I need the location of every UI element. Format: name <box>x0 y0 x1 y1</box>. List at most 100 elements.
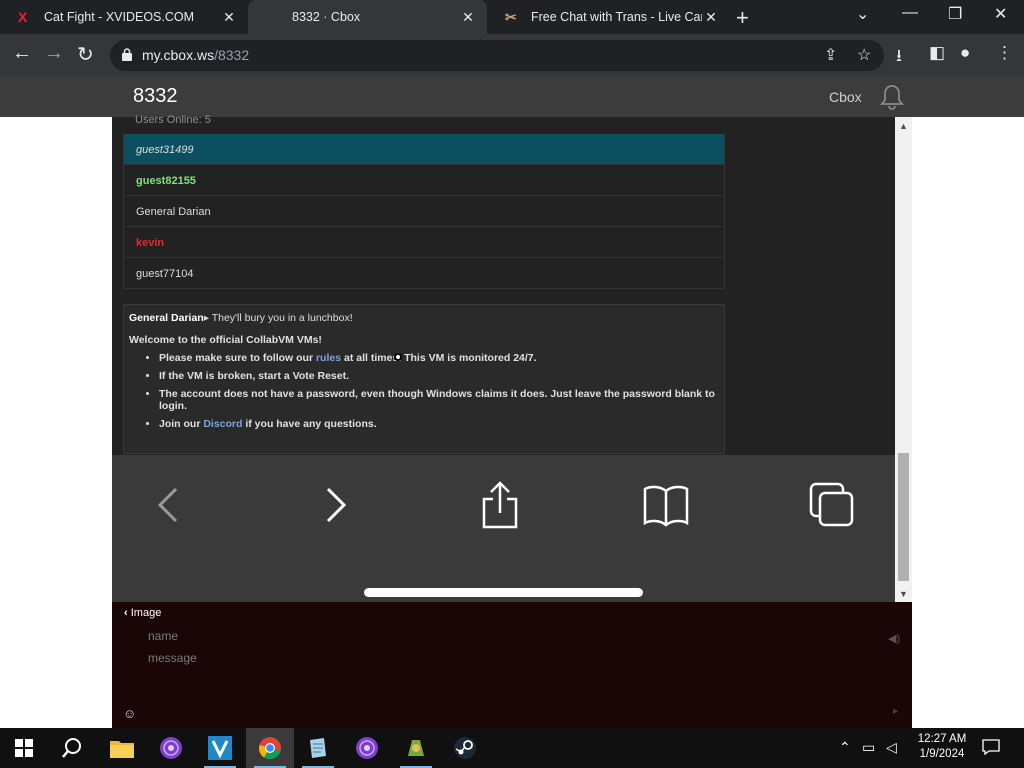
steam-app[interactable] <box>441 728 489 768</box>
tor-icon <box>356 737 378 759</box>
scroll-up-icon[interactable]: ▲ <box>899 121 908 131</box>
tab-close-icon[interactable]: ✕ <box>220 9 238 26</box>
tab-free-chat[interactable]: ✂ Free Chat with Trans - Live Cam ✕ <box>487 0 730 34</box>
chat-log: General Darian▸ They'll bury you in a lu… <box>123 304 725 454</box>
ios-back-icon[interactable] <box>144 481 192 529</box>
lock-icon <box>122 48 132 61</box>
file-explorer-app[interactable] <box>98 728 146 768</box>
image-toggle-button[interactable]: ‹ Image <box>124 607 161 619</box>
search-button[interactable] <box>48 728 96 768</box>
back-button[interactable]: ← <box>12 42 32 65</box>
tab-cbox[interactable]: 8332 · Cbox ✕ <box>248 0 487 34</box>
url-text[interactable]: my.cbox.ws/8332 <box>142 47 249 63</box>
ios-forward-icon[interactable] <box>312 481 360 529</box>
search-icon <box>62 738 81 758</box>
motd-item: If the VM is broken, start a Vote Reset. <box>159 370 719 382</box>
motd-item: Please make sure to follow our rules at … <box>159 352 719 364</box>
share-icon[interactable]: ⇪ <box>824 45 837 65</box>
chat-nick: General Darian <box>129 312 204 324</box>
bookmark-star-icon[interactable]: ☆ <box>857 45 871 65</box>
user-list-item[interactable]: kevin <box>123 227 725 258</box>
xvideos-favicon-icon: X <box>18 9 28 25</box>
ios-share-icon[interactable] <box>476 481 524 529</box>
user-list-item[interactable]: guest77104 <box>123 258 725 289</box>
side-panel-icon[interactable]: ◧ <box>929 43 945 63</box>
discord-link[interactable]: Discord <box>203 418 242 430</box>
tor-icon <box>160 737 182 759</box>
tab-search-icon[interactable]: ⌄ <box>856 4 869 24</box>
user-list-item[interactable]: guest82155 <box>123 165 725 196</box>
rules-link[interactable]: rules <box>316 352 341 364</box>
page-content: 8332 Cbox Users Online: 5 guest31499 gue… <box>0 77 1024 728</box>
mouse-cursor-icon <box>394 353 402 361</box>
home-indicator[interactable] <box>364 588 643 597</box>
message-input[interactable] <box>148 651 848 665</box>
windows-taskbar: ⌃ ▭ ◁ 12:27 AM 1/9/2024 <box>0 728 1024 768</box>
tab-title: Free Chat with Trans - Live Cam <box>531 10 702 24</box>
start-button[interactable] <box>0 728 48 768</box>
reload-button[interactable]: ↻ <box>77 42 94 67</box>
notification-icon[interactable] <box>982 739 1000 755</box>
folder-icon <box>110 741 134 758</box>
speaker-icon[interactable]: ◀) <box>888 632 900 645</box>
new-tab-button[interactable]: + <box>736 5 749 31</box>
ios-tabs-icon[interactable] <box>808 481 856 529</box>
forward-button[interactable]: → <box>44 42 64 65</box>
chat-message: General Darian▸ They'll bury you in a lu… <box>129 312 719 324</box>
chat-input-panel: ‹ Image ◀) ☺ ▸ <box>112 602 912 728</box>
restore-button[interactable]: ❐ <box>948 4 962 24</box>
scroll-thumb[interactable] <box>898 453 909 581</box>
chrome-app[interactable] <box>246 728 294 768</box>
name-input[interactable] <box>148 629 848 643</box>
menu-icon[interactable]: ⋮ <box>996 43 1013 63</box>
cbox-brand-link[interactable]: Cbox <box>829 89 862 105</box>
tor-browser-2-app[interactable] <box>343 728 391 768</box>
tab-title: 8332 · Cbox <box>292 10 361 24</box>
network-icon[interactable]: ▭ <box>862 739 875 756</box>
tab-close-icon[interactable]: ✕ <box>459 9 477 26</box>
virtualbox-app[interactable] <box>196 728 244 768</box>
emoji-icon[interactable]: ☺ <box>123 706 136 721</box>
close-window-button[interactable]: ✕ <box>994 4 1007 24</box>
tor-browser-app[interactable] <box>147 728 195 768</box>
bell-icon[interactable] <box>880 84 904 110</box>
minimize-button[interactable]: — <box>902 4 918 22</box>
clock-time: 12:27 AM <box>917 733 967 745</box>
tab-xvideos[interactable]: X Cat Fight - XVIDEOS.COM ✕ <box>0 0 248 34</box>
ios-toolbar <box>112 455 895 602</box>
chat-separator: ▸ <box>203 312 212 324</box>
tab-close-icon[interactable]: ✕ <box>702 9 720 26</box>
v-app-icon <box>208 736 232 760</box>
clock-date: 1/9/2024 <box>919 748 965 760</box>
address-bar[interactable]: my.cbox.ws/8332 ⇪ ☆ <box>110 40 884 71</box>
profile-icon[interactable]: ● <box>960 43 970 63</box>
motd-item: Join our Discord if you have any questio… <box>159 418 719 430</box>
chat-text: They'll bury you in a lunchbox! <box>211 312 353 324</box>
volume-muted-icon[interactable]: ◁ <box>886 739 897 756</box>
system-clock[interactable]: 12:27 AM 1/9/2024 <box>904 732 980 762</box>
page-title: 8332 <box>133 85 178 107</box>
tab-title: Cat Fight - XVIDEOS.COM <box>44 10 195 24</box>
scissors-favicon-icon: ✂ <box>505 8 517 25</box>
motd-item: The account does not have a password, ev… <box>159 388 719 412</box>
cbox-header: 8332 Cbox <box>0 77 1024 117</box>
motd-heading: Welcome to the official CollabVM VMs! <box>129 334 322 346</box>
user-list-item[interactable]: General Darian <box>123 196 725 227</box>
windows-logo-icon <box>15 739 33 757</box>
tray-chevron-up-icon[interactable]: ⌃ <box>839 739 851 756</box>
user-list: guest31499 guest82155 General Darian kev… <box>123 134 725 289</box>
notepad-icon <box>310 738 326 758</box>
user-list-item[interactable]: guest31499 <box>123 134 725 165</box>
download-icon[interactable]: ⭳ <box>896 43 902 72</box>
send-arrow-icon[interactable]: ▸ <box>893 706 898 717</box>
users-online-count: Users Online: 5 <box>135 114 211 126</box>
scroll-down-icon[interactable]: ▼ <box>899 589 908 599</box>
ios-bookmarks-icon[interactable] <box>642 481 690 529</box>
chevron-left-icon: ‹ <box>124 607 128 619</box>
tab-strip: X Cat Fight - XVIDEOS.COM ✕ 8332 · Cbox … <box>0 0 1024 34</box>
browser-toolbar: ← → ↻ my.cbox.ws/8332 ⇪ ☆ ⭳ ◧ ● ⋮ <box>0 34 1024 77</box>
notepad-app[interactable] <box>294 728 342 768</box>
vertical-scrollbar[interactable]: ▲ ▼ <box>895 117 912 602</box>
game-app[interactable] <box>392 728 440 768</box>
game-icon <box>408 740 424 756</box>
